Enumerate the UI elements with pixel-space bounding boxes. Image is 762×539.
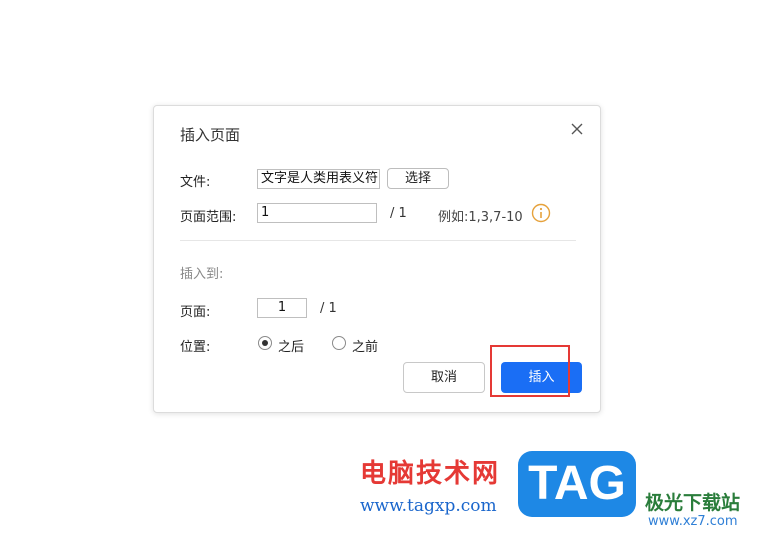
file-path-field[interactable]: 文字是人类用表义符: [257, 169, 380, 189]
file-label: 文件:: [180, 175, 211, 190]
select-file-button[interactable]: 选择: [387, 168, 449, 189]
range-example-text: 例如:1,3,7-10: [438, 210, 523, 225]
page-range-input[interactable]: 1: [257, 203, 377, 223]
cancel-button[interactable]: 取消: [403, 362, 485, 393]
page-range-label: 页面范围:: [180, 210, 237, 225]
watermark-tag-logo: TAG: [518, 451, 636, 517]
target-page-total: / 1: [320, 301, 337, 316]
position-label: 位置:: [180, 340, 211, 355]
watermark-url: www.tagxp.com: [360, 496, 497, 516]
position-after-label[interactable]: 之后: [278, 336, 304, 355]
watermark-site-url: www.xz7.com: [648, 514, 738, 529]
position-before-label[interactable]: 之前: [352, 336, 378, 355]
target-page-input[interactable]: 1: [257, 298, 307, 318]
watermark-site-name: 极光下载站: [645, 492, 741, 514]
page-label: 页面:: [180, 305, 211, 320]
info-icon[interactable]: [531, 203, 551, 223]
insert-to-label: 插入到:: [180, 267, 224, 282]
position-before-radio[interactable]: [332, 336, 346, 350]
position-after-radio[interactable]: [258, 336, 272, 350]
section-divider: [180, 240, 576, 241]
page-range-total: / 1: [390, 206, 407, 221]
watermark-cn-text: 电脑技术网: [360, 459, 501, 489]
close-icon[interactable]: [570, 122, 584, 136]
highlight-annotation-box: [490, 345, 570, 397]
dialog-title: 插入页面: [180, 126, 241, 144]
